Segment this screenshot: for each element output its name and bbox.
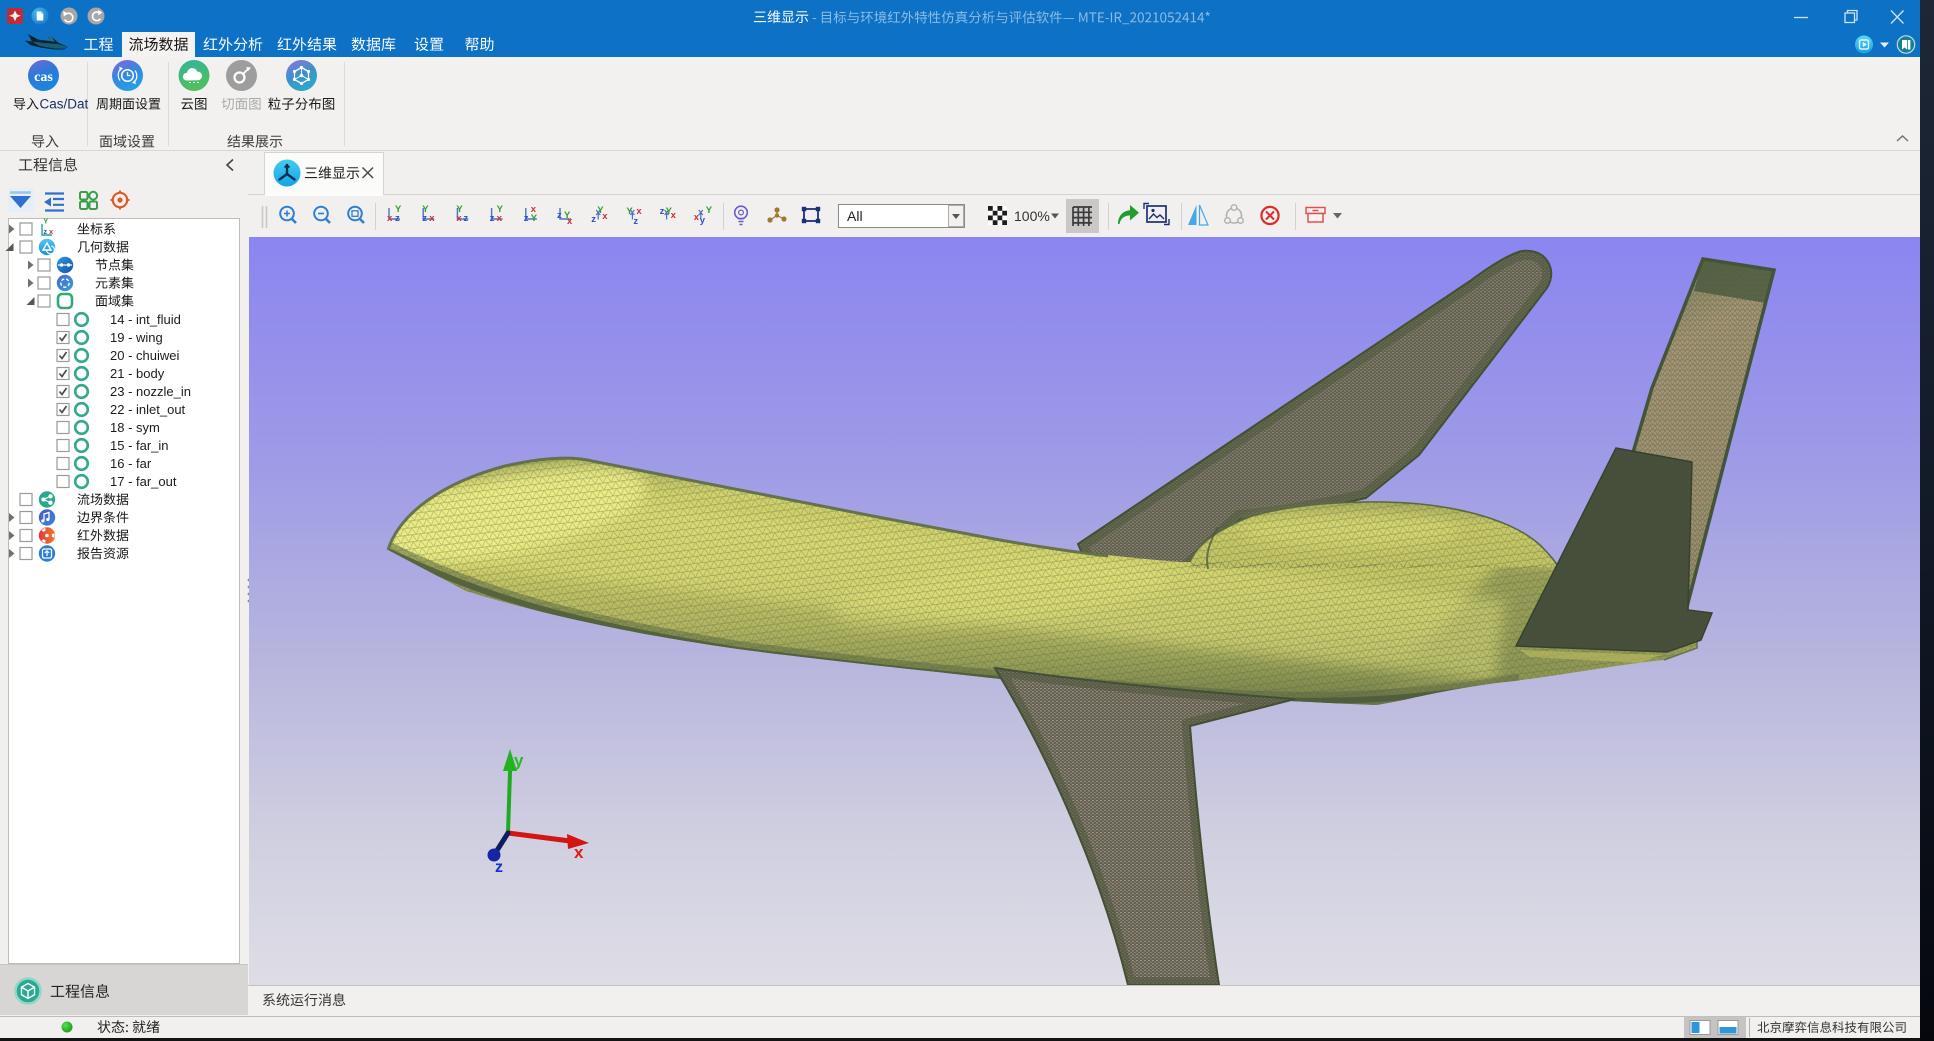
svg-text:Cas/Dat: Cas/Dat	[40, 97, 89, 112]
svg-text:x: x	[574, 843, 584, 862]
svg-text:x: x	[567, 216, 573, 227]
svg-text:z: z	[633, 216, 638, 227]
svg-text:Y: Y	[706, 205, 713, 216]
svg-text:22 - inlet_out: 22 - inlet_out	[110, 402, 186, 417]
svg-text:z: z	[660, 206, 665, 217]
svg-text:15 - far_in: 15 - far_in	[110, 438, 169, 453]
svg-text:z: z	[557, 210, 562, 221]
svg-text:z: z	[43, 227, 47, 236]
svg-text:y: y	[700, 215, 706, 226]
svg-text:21 - body: 21 - body	[110, 366, 165, 381]
svg-text:14 - int_fluid: 14 - int_fluid	[110, 312, 181, 327]
svg-text:Y: Y	[497, 204, 504, 215]
svg-text:x: x	[429, 213, 435, 224]
svg-text:x: x	[602, 211, 608, 222]
svg-text:19 - wing: 19 - wing	[110, 330, 163, 345]
svg-text:Y: Y	[43, 217, 48, 226]
svg-text:x: x	[387, 213, 393, 224]
svg-text:20 - chuiwei: 20 - chuiwei	[110, 348, 179, 363]
svg-text:100%: 100%	[1014, 208, 1050, 224]
svg-text:Y: Y	[395, 204, 402, 215]
svg-text:x: x	[531, 204, 537, 215]
svg-text:Y: Y	[456, 204, 463, 215]
svg-text:18 - sym: 18 - sym	[110, 420, 160, 435]
svg-text:All: All	[847, 208, 863, 224]
svg-text:17 - far_out: 17 - far_out	[110, 474, 177, 489]
svg-text:z: z	[463, 213, 468, 224]
svg-text:y: y	[514, 751, 524, 770]
svg-text:Y: Y	[422, 204, 429, 215]
svg-text:23 - nozzle_in: 23 - nozzle_in	[110, 384, 191, 399]
svg-text:Y: Y	[626, 206, 633, 217]
svg-text:cas: cas	[34, 70, 53, 85]
svg-text:z: z	[591, 214, 596, 225]
svg-text:16 - far: 16 - far	[110, 456, 152, 471]
svg-text:z: z	[495, 859, 503, 876]
svg-text:x: x	[671, 210, 677, 221]
svg-text:z: z	[524, 213, 529, 224]
svg-text:z: z	[490, 213, 495, 224]
